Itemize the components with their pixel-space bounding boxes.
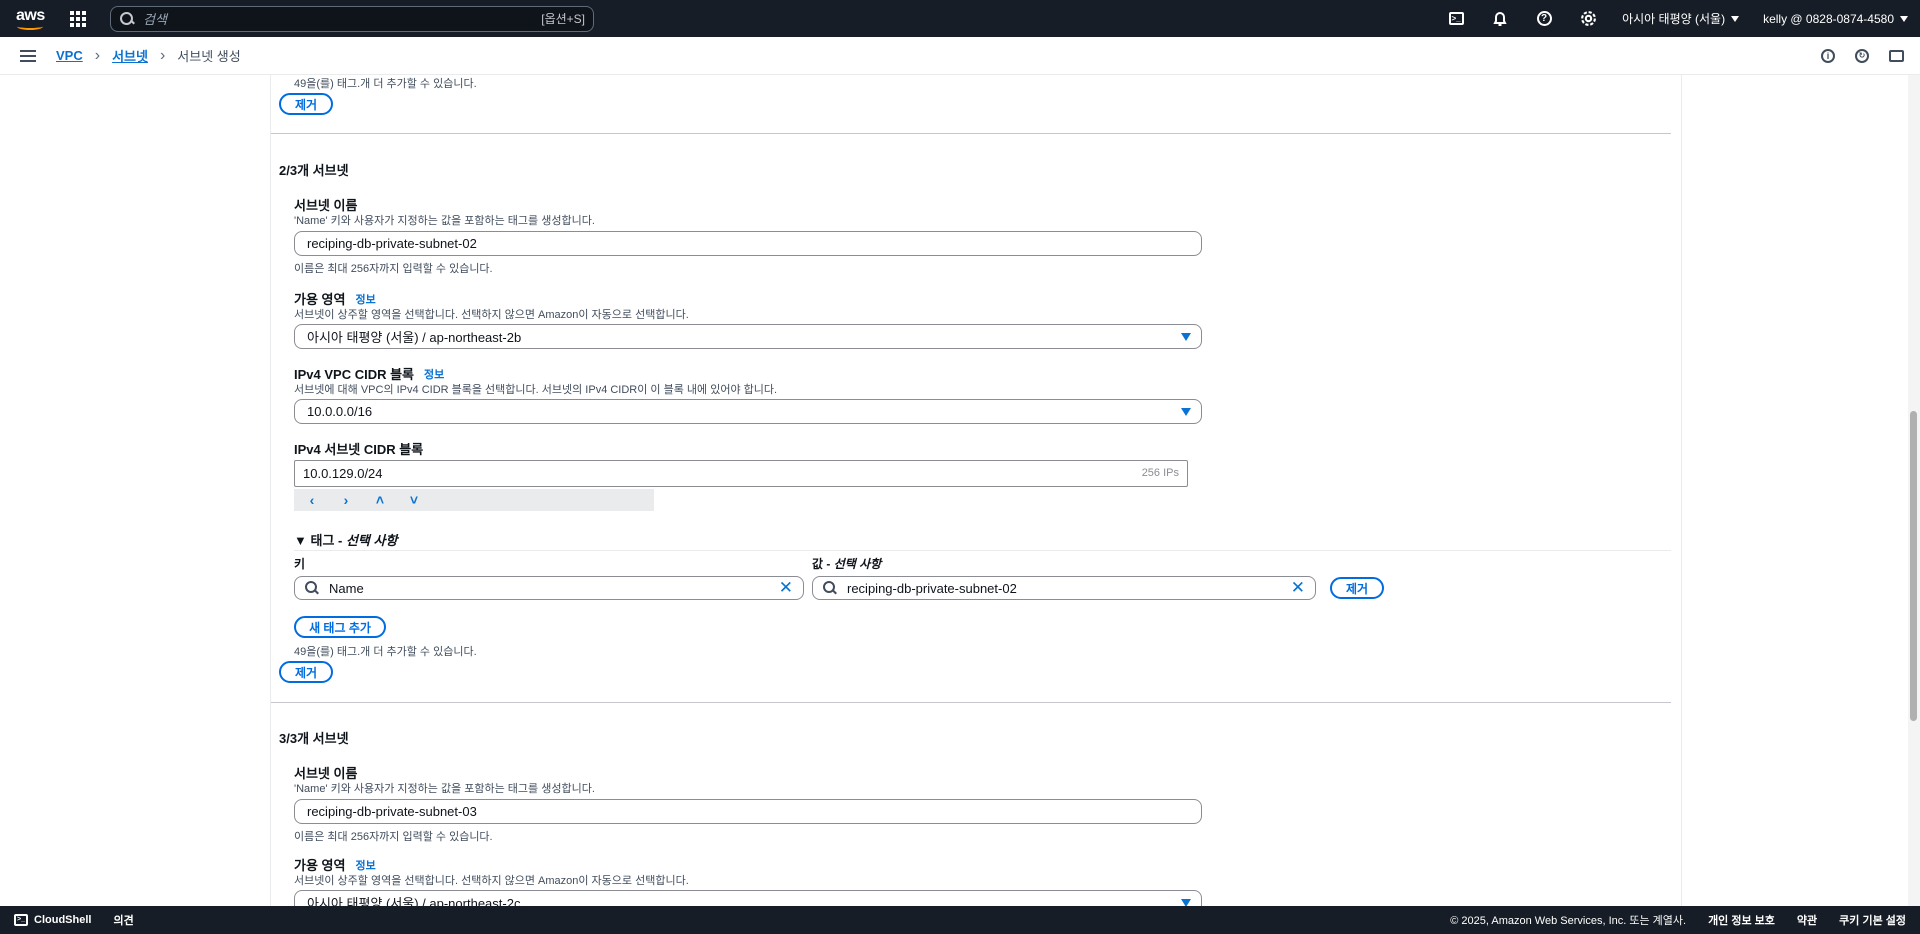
cloudshell-icon[interactable]: >_: [1434, 0, 1478, 37]
subnet-name-desc: 'Name' 키와 사용자가 지정하는 값을 포함하는 태그를 생성합니다.: [294, 215, 595, 227]
display-icon[interactable]: [1886, 46, 1906, 66]
tag-key-label: 키: [294, 557, 306, 571]
cookie-preferences-link[interactable]: 쿠키 기본 설정: [1839, 912, 1906, 928]
caret-down-icon: [1900, 15, 1908, 22]
divider: [271, 702, 1671, 703]
vpc-cidr-desc: 서브넷에 대해 VPC의 IPv4 CIDR 블록을 선택합니다. 서브넷의 I…: [294, 384, 778, 396]
account-menu[interactable]: kelly @ 0828-0874-4580: [1751, 12, 1920, 26]
chevron-right-icon[interactable]: ›: [338, 492, 354, 508]
caret-down-icon: [1181, 408, 1191, 416]
copyright: © 2025, Amazon Web Services, Inc. 또는 계열사…: [1450, 915, 1687, 927]
caret-down-icon: [1181, 333, 1191, 341]
feedback-icon[interactable]: ↻: [1852, 46, 1872, 66]
subnet-settings-panel: 49을(를) 태그.개 더 추가할 수 있습니다. 제거 2/3개 서브넷 서브…: [270, 75, 1682, 906]
prev-remove-button[interactable]: 제거: [279, 93, 333, 115]
terms-link[interactable]: 약관: [1797, 912, 1817, 928]
scrollbar-thumb[interactable]: [1910, 411, 1917, 721]
gear-icon[interactable]: [1566, 0, 1610, 37]
help-icon[interactable]: ?: [1522, 0, 1566, 37]
bell-icon[interactable]: [1478, 0, 1522, 37]
breadcrumb-current: 서브넷 생성: [177, 49, 241, 64]
clear-icon[interactable]: ✕: [1291, 579, 1305, 596]
clear-icon[interactable]: ✕: [779, 579, 793, 596]
prev-tag-note: 49을(를) 태그.개 더 추가할 수 있습니다.: [294, 78, 477, 90]
caret-down-icon: [1181, 899, 1191, 906]
search-icon: [119, 11, 135, 27]
menu-icon[interactable]: [20, 49, 36, 62]
az-select[interactable]: 아시아 태평양 (서울) / ap-northeast-2c: [294, 890, 1202, 906]
subnet-name-hint: 이름은 최대 256자까지 입력할 수 있습니다.: [294, 263, 493, 275]
main-content: 49을(를) 태그.개 더 추가할 수 있습니다. 제거 2/3개 서브넷 서브…: [0, 75, 1920, 906]
scrollbar[interactable]: [1908, 75, 1920, 906]
region-selector[interactable]: 아시아 태평양 (서울): [1610, 10, 1751, 27]
breadcrumb-subnets[interactable]: 서브넷: [112, 46, 148, 65]
subnet-name-input[interactable]: reciping-db-private-subnet-02: [294, 231, 1202, 256]
caret-down-icon: [1731, 15, 1740, 22]
chevron-left-icon[interactable]: ‹: [304, 492, 320, 508]
cidr-stepper: ‹ › ˄ ˅: [294, 489, 654, 511]
feedback-link[interactable]: 의견: [113, 912, 133, 928]
chevron-up-icon[interactable]: ˄: [372, 492, 388, 508]
chevron-right-icon: ›: [159, 46, 166, 64]
search-icon: [305, 581, 319, 595]
tag-value-input[interactable]: reciping-db-private-subnet-02 ✕: [812, 576, 1316, 600]
privacy-link[interactable]: 개인 정보 보호: [1708, 912, 1775, 928]
cloudshell-icon: >_: [14, 914, 28, 926]
tag-value-label: 값 - 선택 사항: [812, 557, 882, 571]
az-select[interactable]: 아시아 태평양 (서울) / ap-northeast-2b: [294, 324, 1202, 349]
divider: [294, 550, 1671, 551]
breadcrumb-bar: VPC › 서브넷 › 서브넷 생성 i ↻: [0, 37, 1920, 75]
tag-key-input[interactable]: Name ✕: [294, 576, 804, 600]
info-icon[interactable]: i: [1818, 46, 1838, 66]
footer: >_ CloudShell 의견 © 2025, Amazon Web Serv…: [0, 906, 1920, 934]
info-link[interactable]: 정보: [355, 291, 375, 307]
chevron-right-icon: ›: [94, 46, 101, 64]
aws-logo[interactable]: aws: [16, 6, 45, 32]
grid-icon[interactable]: [70, 10, 86, 27]
subnet-name-input[interactable]: reciping-db-private-subnet-03: [294, 799, 1202, 824]
remove-tag-button[interactable]: 제거: [1330, 577, 1384, 599]
search-input[interactable]: 검색 [옵션+S]: [110, 5, 594, 32]
remove-subnet-button[interactable]: 제거: [279, 661, 333, 683]
add-tag-button[interactable]: 새 태그 추가: [294, 616, 386, 638]
info-link[interactable]: 정보: [424, 366, 444, 382]
subnet-3-title: 3/3개 서브넷: [279, 731, 349, 746]
breadcrumb-vpc[interactable]: VPC: [56, 48, 83, 63]
az-desc: 서브넷이 상주할 영역을 선택합니다. 선택하지 않으면 Amazon이 자동으…: [294, 875, 689, 887]
subnet-name-hint: 이름은 최대 256자까지 입력할 수 있습니다.: [294, 831, 493, 843]
tag-note: 49을(를) 태그.개 더 추가할 수 있습니다.: [294, 646, 477, 658]
chevron-down-icon[interactable]: ˅: [406, 492, 422, 508]
search-shortcut: [옵션+S]: [541, 12, 585, 26]
info-link[interactable]: 정보: [355, 857, 375, 873]
top-navigation: aws 검색 [옵션+S] >_ ? 아시아 태평양 (서울) kelly @ …: [0, 0, 1920, 37]
subnet-name-desc: 'Name' 키와 사용자가 지정하는 값을 포함하는 태그를 생성합니다.: [294, 783, 595, 795]
ip-count: 256 IPs: [1141, 467, 1179, 479]
vpc-cidr-select[interactable]: 10.0.0.0/16: [294, 399, 1202, 424]
divider: [271, 133, 1671, 134]
subnet-cidr-input[interactable]: 10.0.129.0/24 256 IPs: [294, 460, 1188, 487]
tags-toggle[interactable]: ▼ 태그 - 선택 사항: [294, 530, 397, 549]
search-icon: [823, 581, 837, 595]
az-desc: 서브넷이 상주할 영역을 선택합니다. 선택하지 않으면 Amazon이 자동으…: [294, 309, 689, 321]
breadcrumb: VPC › 서브넷 › 서브넷 생성: [56, 46, 241, 65]
subnet-2-title: 2/3개 서브넷: [279, 163, 349, 178]
subnet-cidr-label: IPv4 서브넷 CIDR 블록: [294, 442, 424, 457]
cloudshell-button[interactable]: >_ CloudShell: [14, 914, 91, 926]
